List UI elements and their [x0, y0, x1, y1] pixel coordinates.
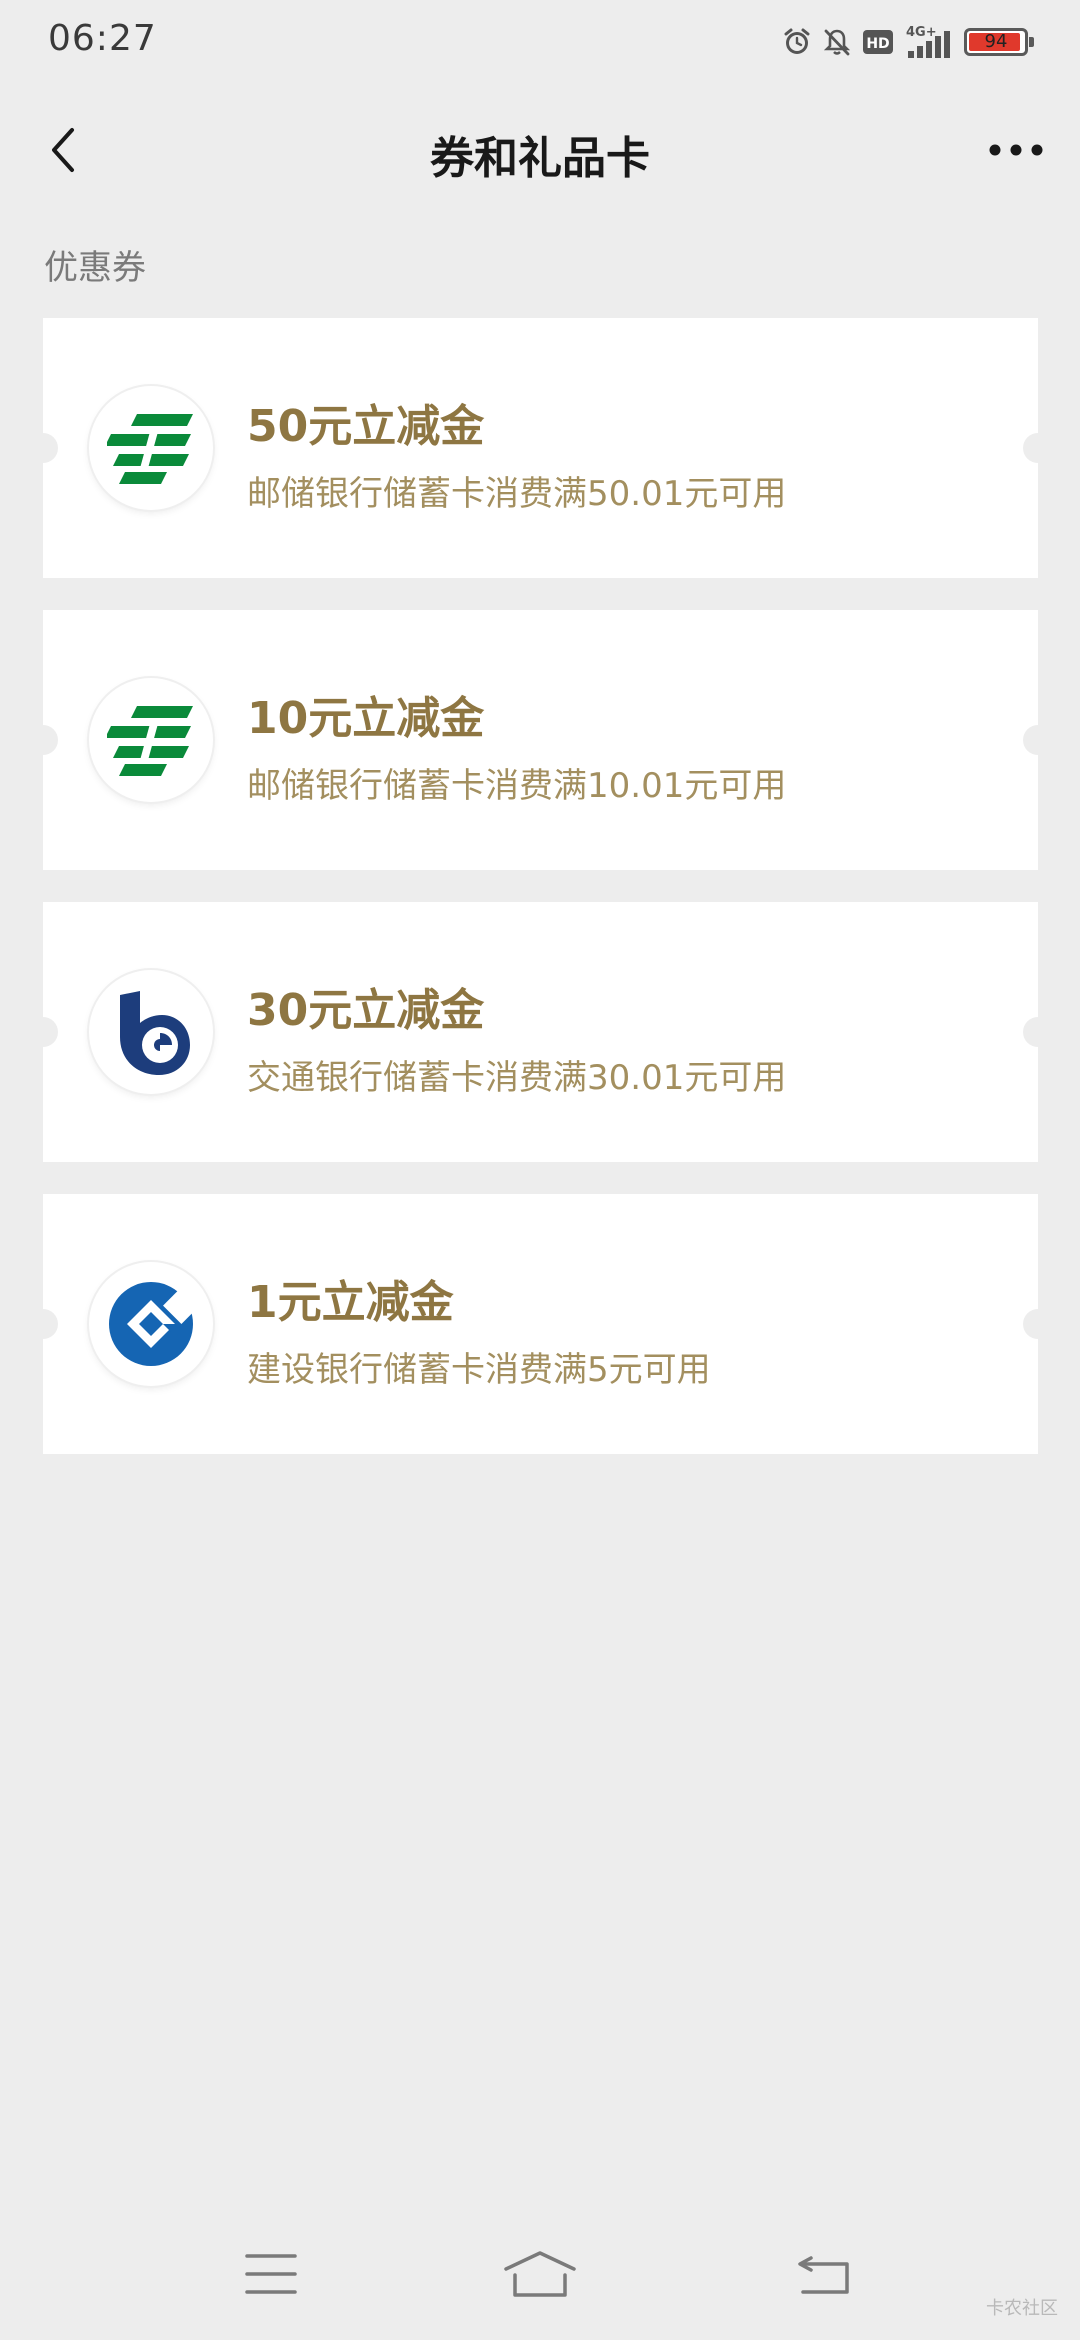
status-bar: 06:27 HD 4G+ 94	[0, 0, 1080, 84]
svg-text:HD: HD	[866, 36, 889, 52]
more-dots-icon	[989, 144, 1043, 156]
battery-icon: 94	[964, 28, 1034, 56]
coupon-card[interactable]: 1元立减金 建设银行储蓄卡消费满5元可用	[28, 1194, 1053, 1454]
status-time: 06:27	[48, 18, 157, 59]
ccb-logo-icon	[89, 1262, 213, 1386]
battery-level: 94	[984, 31, 1008, 52]
coupon-description: 交通银行储蓄卡消费满30.01元可用	[247, 1058, 787, 1098]
system-nav-bar	[0, 2220, 1080, 2340]
alarm-icon	[782, 27, 812, 57]
status-icons: HD 4G+ 94	[782, 22, 1034, 62]
more-button[interactable]	[980, 114, 1052, 186]
coupon-title: 10元立减金	[247, 693, 485, 744]
back-icon	[798, 2256, 849, 2294]
coupon-description: 建设银行储蓄卡消费满5元可用	[247, 1350, 711, 1390]
menu-icon	[245, 2254, 297, 2294]
page-title: 券和礼品卡	[430, 133, 650, 184]
home-button[interactable]	[500, 2244, 580, 2304]
nav-bar: 券和礼品卡	[0, 84, 1080, 220]
psbc-logo-icon	[89, 678, 213, 802]
menu-button[interactable]	[231, 2244, 311, 2304]
hd-icon: HD	[862, 28, 894, 56]
coupon-title: 30元立减金	[247, 985, 485, 1036]
signal-icon: 4G+	[904, 24, 954, 60]
coupon-card[interactable]: 10元立减金 邮储银行储蓄卡消费满10.01元可用	[28, 610, 1053, 870]
coupon-card[interactable]: 30元立减金 交通银行储蓄卡消费满30.01元可用	[28, 902, 1053, 1162]
home-icon	[504, 2251, 576, 2297]
coupon-title: 1元立减金	[247, 1277, 454, 1328]
watermark: 卡农社区	[986, 2298, 1058, 2319]
bocom-logo-icon	[89, 970, 213, 1094]
back-nav-button[interactable]	[784, 2244, 864, 2304]
coupon-title: 50元立减金	[247, 401, 485, 452]
coupon-list: 50元立减金 邮储银行储蓄卡消费满50.01元可用 10元立减金 邮储银行储蓄卡…	[28, 318, 1053, 1486]
psbc-logo-icon	[89, 386, 213, 510]
svg-text:4G+: 4G+	[906, 25, 937, 40]
section-label: 优惠券	[44, 248, 146, 288]
notifications-off-icon	[822, 27, 852, 57]
coupon-description: 邮储银行储蓄卡消费满50.01元可用	[247, 474, 787, 514]
coupon-description: 邮储银行储蓄卡消费满10.01元可用	[247, 766, 787, 806]
coupon-card[interactable]: 50元立减金 邮储银行储蓄卡消费满50.01元可用	[28, 318, 1053, 578]
